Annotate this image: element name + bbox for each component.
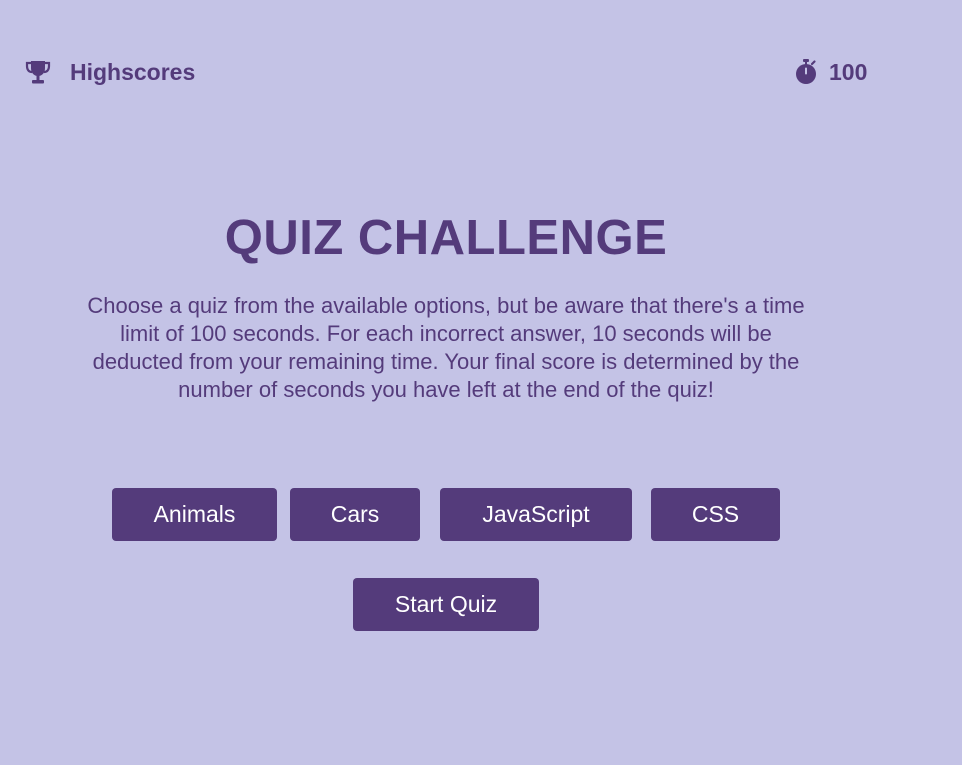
highscores-link[interactable]: Highscores xyxy=(24,58,195,86)
quiz-option-javascript[interactable]: JavaScript xyxy=(440,488,632,541)
highscores-label: Highscores xyxy=(70,58,196,85)
quiz-option-cars[interactable]: Cars xyxy=(290,488,420,541)
timer-value: 100 xyxy=(829,58,868,85)
start-quiz-button[interactable]: Start Quiz xyxy=(353,578,539,631)
quiz-option-css[interactable]: CSS xyxy=(651,488,780,541)
quiz-option-animals[interactable]: Animals xyxy=(112,488,277,541)
trophy-icon xyxy=(24,58,52,86)
stopwatch-icon xyxy=(795,58,817,86)
timer: 100 xyxy=(795,58,867,86)
quiz-description: Choose a quiz from the available options… xyxy=(87,293,805,402)
page-title: QUIZ CHALLENGE xyxy=(224,211,668,265)
